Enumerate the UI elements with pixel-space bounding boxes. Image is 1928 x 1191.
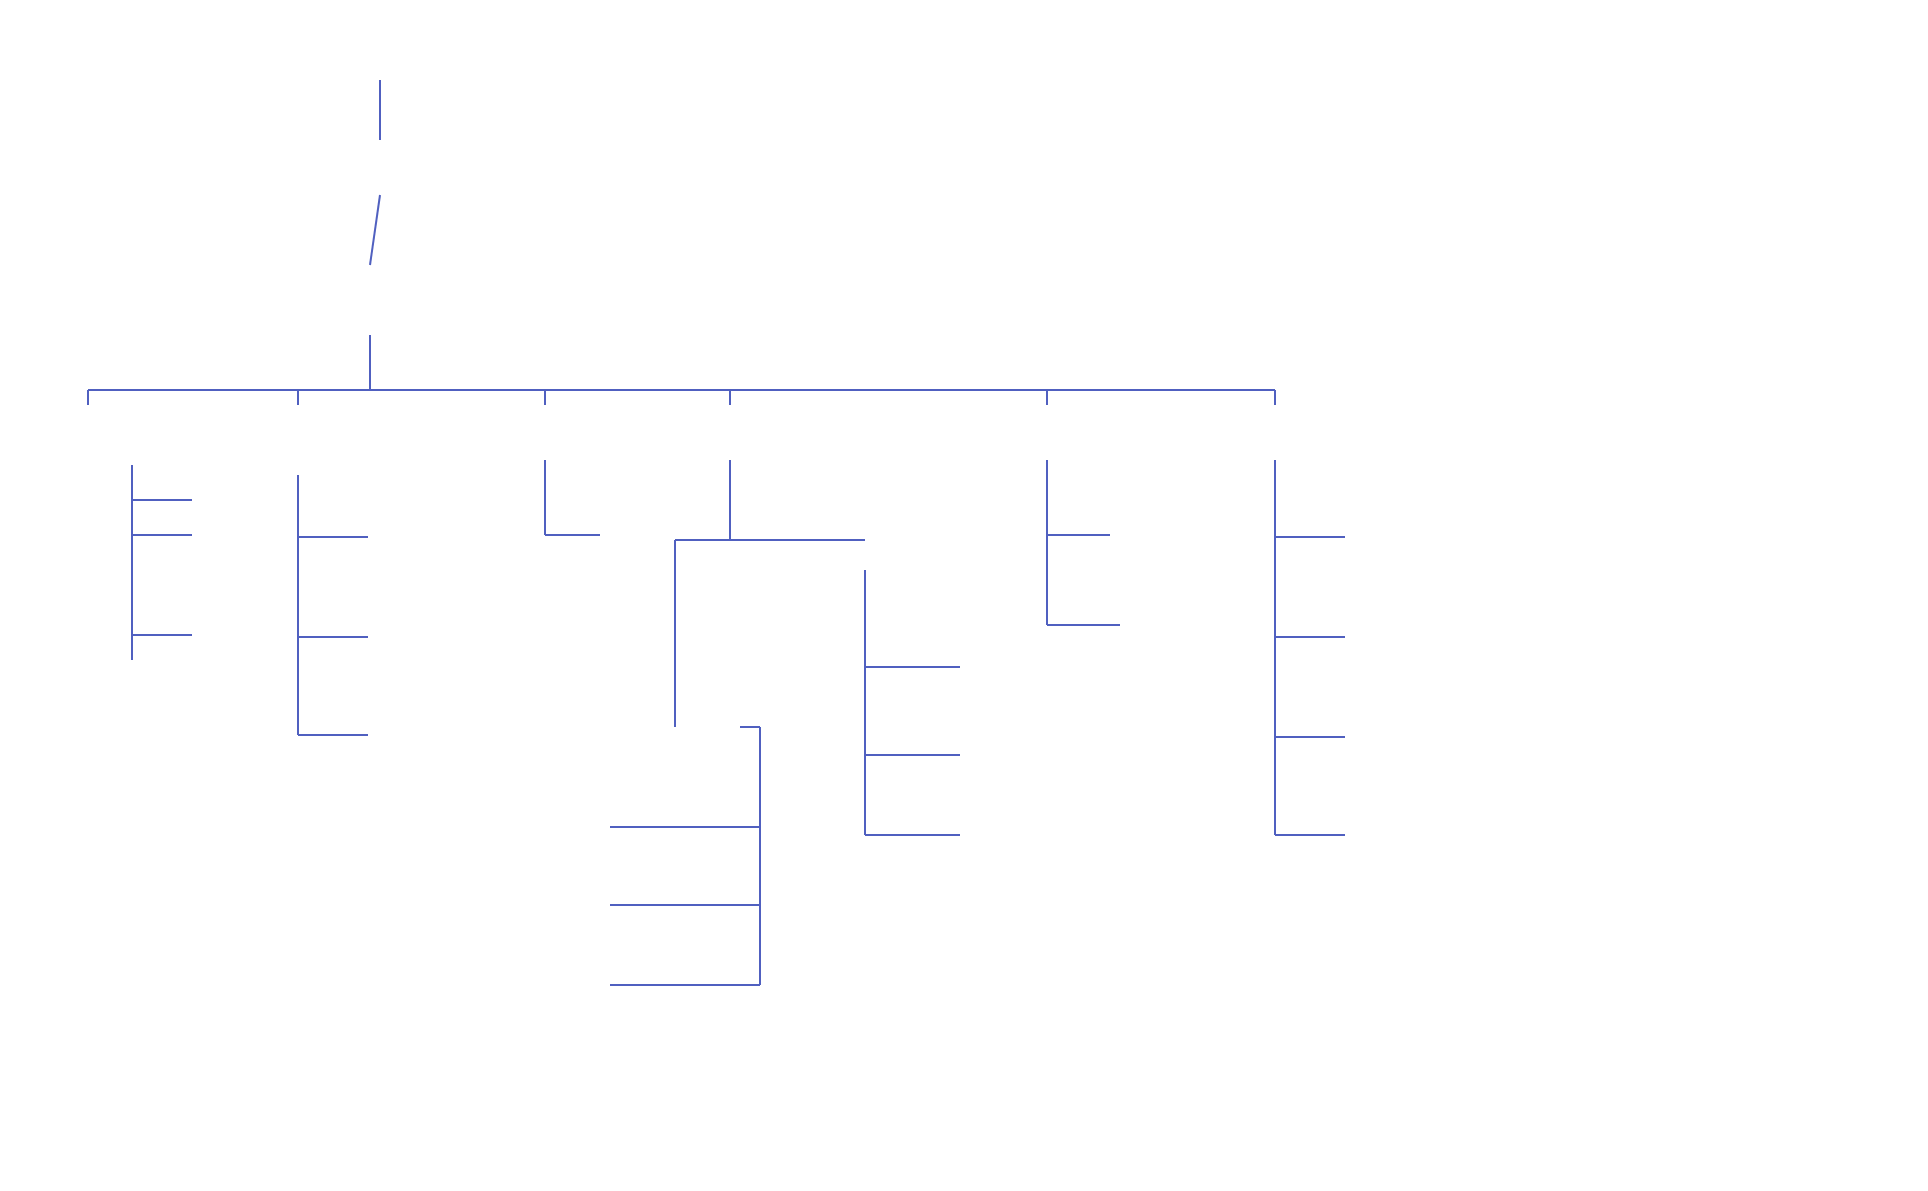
svg-line-1 xyxy=(370,195,380,265)
connections-svg xyxy=(0,0,1928,1191)
org-chart xyxy=(0,0,1928,1191)
